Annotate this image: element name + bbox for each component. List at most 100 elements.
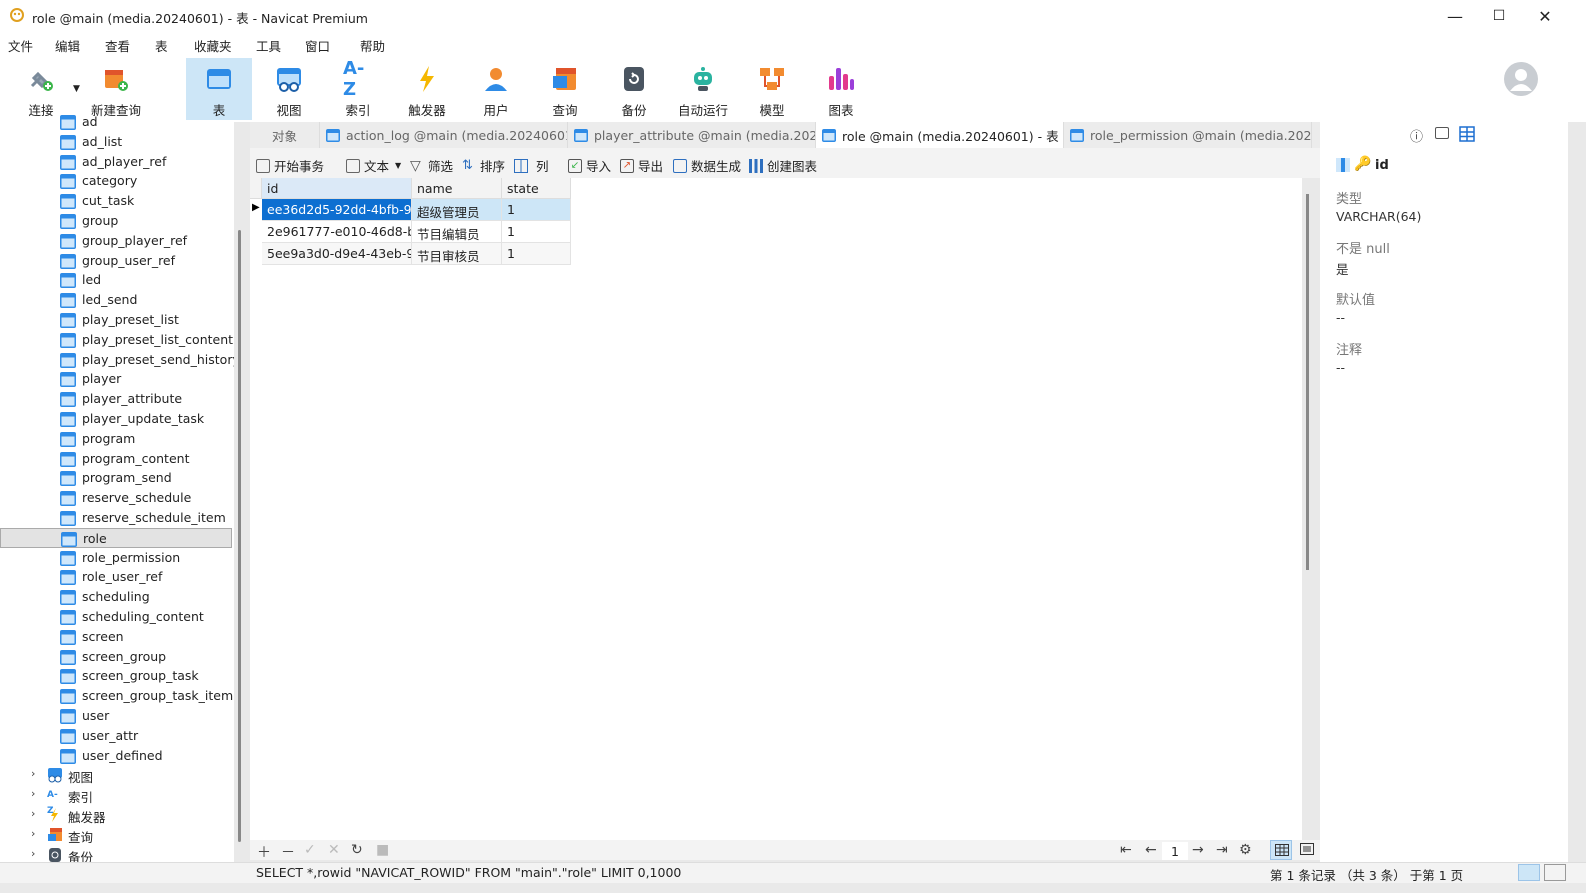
tree-item-scheduling[interactable]: scheduling	[0, 587, 232, 607]
table-cell[interactable]: 1	[502, 221, 571, 243]
tree-item-led[interactable]: led	[0, 270, 232, 290]
backup-button[interactable]: 备份	[601, 58, 667, 120]
next-page-button[interactable]: →	[1192, 842, 1204, 858]
tree-item-reserve_schedule_item[interactable]: reserve_schedule_item	[0, 508, 232, 528]
tree-item-cut_task[interactable]: cut_task	[0, 191, 232, 211]
tree-item-user_defined[interactable]: user_defined	[0, 746, 232, 766]
tree-item-program_content[interactable]: program_content	[0, 449, 232, 469]
table-button[interactable]: 表	[186, 58, 252, 120]
tree-item-screen_group[interactable]: screen_group	[0, 647, 232, 667]
sort-button[interactable]: ⇅ 排序	[462, 156, 505, 175]
menu-help[interactable]: 帮助	[360, 36, 385, 55]
create-chart-button[interactable]: 创建图表	[749, 156, 817, 175]
data-generation-button[interactable]: 数据生成	[673, 156, 741, 175]
menu-tools[interactable]: 工具	[256, 36, 281, 55]
table-cell[interactable]: 节目编辑员	[412, 221, 502, 243]
maximize-button[interactable]: ☐	[1476, 0, 1522, 32]
table-cell[interactable]: ee36d2d5-92dd-4bfb-95	[262, 199, 412, 221]
menu-window[interactable]: 窗口	[305, 36, 330, 55]
columns-button[interactable]: 列	[514, 156, 549, 175]
automation-button[interactable]: 自动运行	[670, 58, 736, 120]
column-header-id[interactable]: id	[262, 178, 412, 199]
settings-gear-icon[interactable]: ⚙	[1239, 842, 1252, 858]
grid-scrollbar[interactable]	[1306, 194, 1309, 570]
form-view-button[interactable]	[1296, 840, 1318, 860]
tree-item-program_send[interactable]: program_send	[0, 468, 232, 488]
account-avatar[interactable]	[1503, 61, 1539, 97]
previous-page-button[interactable]: ←	[1145, 842, 1157, 858]
table-cell[interactable]: 节目审核员	[412, 243, 502, 265]
tree-item-category[interactable]: category	[0, 171, 232, 191]
tree-item-led_send[interactable]: led_send	[0, 290, 232, 310]
query-button[interactable]: 查询	[532, 58, 598, 120]
new-query-button[interactable]: 新建查询	[84, 58, 148, 120]
filter-button[interactable]: ▽ 筛选	[410, 156, 453, 175]
grid-view-button[interactable]	[1270, 840, 1292, 860]
tree-item-program[interactable]: program	[0, 429, 232, 449]
menu-view[interactable]: 查看	[105, 36, 130, 55]
grid-layout-icon[interactable]	[1459, 126, 1475, 142]
info-icon[interactable]: ⓘ	[1410, 126, 1423, 145]
tree-item-role_permission[interactable]: role_permission	[0, 548, 232, 568]
tree-group-3[interactable]: › 查询	[0, 825, 232, 845]
toggle-left-panel-button[interactable]	[1518, 864, 1540, 881]
tree-item-group_user_ref[interactable]: group_user_ref	[0, 251, 232, 271]
tab-player-attribute[interactable]: player_attribute @main (media.2024...	[568, 122, 816, 148]
tree-item-screen_group_task[interactable]: screen_group_task	[0, 666, 232, 686]
tree-item-group_player_ref[interactable]: group_player_ref	[0, 231, 232, 251]
table-cell[interactable]: 超级管理员	[412, 199, 502, 221]
tree-item-role[interactable]: role	[0, 527, 232, 548]
toggle-right-panel-button[interactable]	[1544, 864, 1566, 881]
tab-objects[interactable]: 对象	[250, 122, 320, 148]
tree-item-role_user_ref[interactable]: role_user_ref	[0, 567, 232, 587]
tree-item-ad[interactable]: ad	[0, 112, 232, 132]
tree-item-group[interactable]: group	[0, 211, 232, 231]
tree-item-player_update_task[interactable]: player_update_task	[0, 409, 232, 429]
last-page-button[interactable]: ⇥	[1216, 842, 1228, 858]
tree-item-play_preset_send_history[interactable]: play_preset_send_history	[0, 350, 234, 370]
menu-file[interactable]: 文件	[8, 36, 33, 55]
tree-group-2[interactable]: › 触发器	[0, 805, 232, 825]
connect-button[interactable]: 连接	[8, 58, 74, 120]
tree-item-user[interactable]: user	[0, 706, 232, 726]
tab-role[interactable]: role @main (media.20240601) - 表	[816, 122, 1064, 148]
text-button[interactable]: 文本 ▼	[346, 156, 401, 175]
user-button[interactable]: 用户	[463, 58, 529, 120]
sidebar-scrollbar[interactable]	[238, 230, 241, 842]
tree-item-user_attr[interactable]: user_attr	[0, 726, 232, 746]
begin-transaction-button[interactable]: 开始事务	[256, 156, 324, 175]
trigger-button[interactable]: 触发器	[394, 58, 460, 120]
add-record-button[interactable]: ＋	[257, 842, 271, 862]
stop-button[interactable]: ■	[376, 842, 389, 858]
ddl-icon[interactable]	[1435, 127, 1449, 139]
delete-record-button[interactable]: －	[281, 842, 295, 862]
menu-edit[interactable]: 编辑	[55, 36, 80, 55]
discard-changes-button[interactable]: ✕	[328, 842, 340, 858]
table-cell[interactable]: 5ee9a3d0-d9e4-43eb-96	[262, 243, 412, 265]
table-cell[interactable]: 1	[502, 199, 571, 221]
tree-item-scheduling_content[interactable]: scheduling_content	[0, 607, 232, 627]
tree-item-player_attribute[interactable]: player_attribute	[0, 389, 232, 409]
apply-changes-button[interactable]: ✓	[304, 842, 316, 858]
tree-item-screen_group_task_item[interactable]: screen_group_task_item	[0, 686, 233, 706]
tree-group-0[interactable]: › 视图	[0, 765, 232, 785]
tree-item-screen[interactable]: screen	[0, 627, 232, 647]
first-page-button[interactable]: ⇤	[1120, 842, 1132, 858]
chart-button[interactable]: 图表	[808, 58, 874, 120]
tree-item-player[interactable]: player	[0, 369, 232, 389]
menu-favorites[interactable]: 收藏夹	[194, 36, 232, 55]
menu-table[interactable]: 表	[155, 36, 168, 55]
tree-group-4[interactable]: › 备份	[0, 845, 232, 862]
refresh-button[interactable]: ↻	[351, 842, 363, 858]
index-button[interactable]: A-Z 索引	[325, 58, 391, 120]
tree-item-ad_list[interactable]: ad_list	[0, 132, 232, 152]
column-header-state[interactable]: state	[502, 178, 571, 199]
tree-item-play_preset_list[interactable]: play_preset_list	[0, 310, 232, 330]
tab-action-log[interactable]: action_log @main (media.20240601)...	[320, 122, 568, 148]
connect-dropdown-icon[interactable]: ▼	[73, 84, 80, 94]
minimize-button[interactable]: —	[1432, 0, 1478, 32]
tab-role-permission[interactable]: role_permission @main (media.2024...	[1064, 122, 1312, 148]
tree-group-1[interactable]: › A-Z 索引	[0, 785, 232, 816]
close-button[interactable]: ✕	[1522, 0, 1568, 32]
table-cell[interactable]: 1	[502, 243, 571, 265]
